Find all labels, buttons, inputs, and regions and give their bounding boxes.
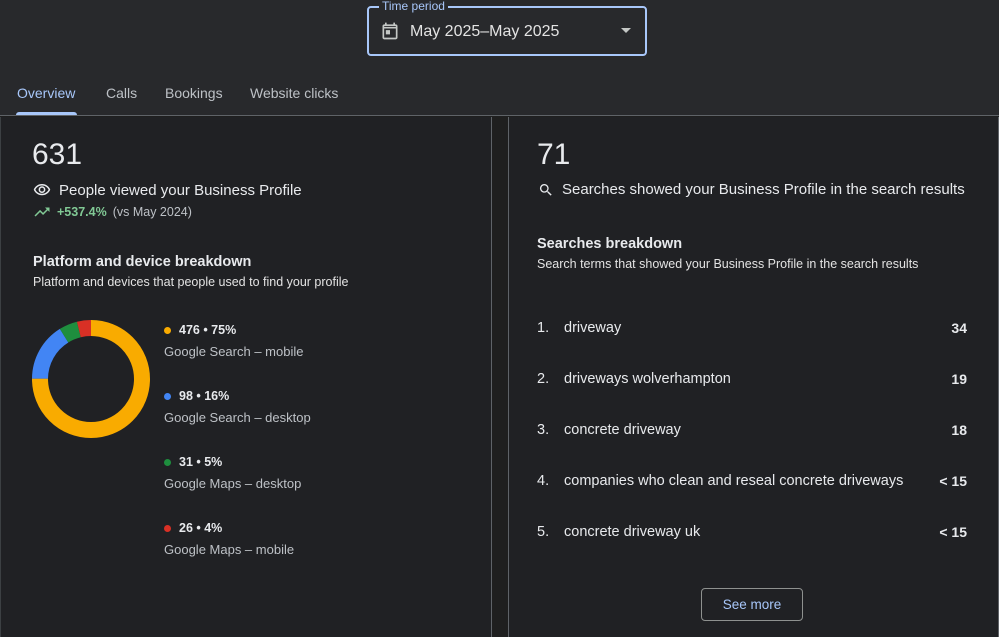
time-period-label: Time period bbox=[379, 0, 448, 13]
search-icon bbox=[539, 183, 552, 196]
eye-icon bbox=[33, 184, 51, 196]
legend-dot bbox=[164, 458, 171, 466]
legend-item: 31 • 5% Google Maps – desktop bbox=[164, 455, 301, 491]
search-rank: 5. bbox=[537, 524, 550, 540]
legend-dot bbox=[164, 524, 171, 532]
search-rank: 3. bbox=[537, 422, 550, 438]
legend-dot bbox=[164, 392, 171, 400]
time-period-value: May 2025–May 2025 bbox=[410, 23, 560, 40]
time-period-select[interactable]: Time period May 2025–May 2025 bbox=[367, 0, 647, 56]
header-bar: Time period May 2025–May 2025 Overview C… bbox=[0, 0, 999, 116]
delta-compare-period: (vs May 2024) bbox=[112, 205, 192, 219]
delta-percent: +537.4% bbox=[57, 205, 107, 219]
search-term-row: 4. companies who clean and reseal concre… bbox=[537, 473, 967, 489]
platform-donut-chart bbox=[32, 320, 150, 438]
search-term: concrete driveway bbox=[564, 422, 681, 438]
legend-label: Google Search – mobile bbox=[164, 344, 304, 359]
legend-item: 476 • 75% Google Search – mobile bbox=[164, 323, 303, 359]
legend-value: 476 • 75% bbox=[179, 323, 237, 337]
search-term-row: 2. driveways wolverhampton 19 bbox=[537, 371, 967, 387]
searches-label: Searches showed your Business Profile in… bbox=[562, 181, 965, 198]
tab-overview[interactable]: Overview bbox=[17, 85, 75, 101]
search-term-row: 5. concrete driveway uk < 15 bbox=[537, 524, 967, 540]
tab-website-clicks[interactable]: Website clicks bbox=[250, 85, 338, 101]
legend-item: 98 • 16% Google Search – desktop bbox=[164, 389, 311, 425]
legend-label: Google Search – desktop bbox=[164, 410, 311, 425]
searches-breakdown-title: Searches breakdown bbox=[537, 236, 683, 252]
legend-value: 98 • 16% bbox=[179, 389, 230, 403]
search-count: < 15 bbox=[939, 524, 967, 540]
search-count: < 15 bbox=[939, 473, 967, 489]
search-rank: 1. bbox=[537, 320, 550, 336]
searches-metric: Searches showed your Business Profile in… bbox=[538, 181, 965, 198]
legend-value: 26 • 4% bbox=[179, 521, 223, 535]
search-count: 34 bbox=[951, 320, 967, 336]
searches-count: 71 bbox=[537, 138, 571, 171]
search-term: driveways wolverhampton bbox=[564, 371, 731, 387]
search-rank: 2. bbox=[537, 371, 550, 387]
search-term: concrete driveway uk bbox=[564, 524, 701, 540]
legend-label: Google Maps – mobile bbox=[164, 542, 295, 557]
active-tab-indicator bbox=[16, 112, 77, 115]
panel-gap bbox=[492, 117, 508, 637]
legend-item: 26 • 4% Google Maps – mobile bbox=[164, 521, 294, 557]
dropdown-arrow-icon bbox=[621, 28, 631, 33]
tab-bookings[interactable]: Bookings bbox=[165, 85, 223, 101]
trending-up-icon bbox=[34, 207, 50, 217]
tab-bar: Overview Calls Bookings Website clicks bbox=[0, 74, 999, 116]
search-count: 18 bbox=[951, 422, 967, 438]
profile-views-delta: +537.4% (vs May 2024) bbox=[33, 205, 192, 219]
search-term-row: 3. concrete driveway 18 bbox=[537, 422, 967, 438]
legend-value: 31 • 5% bbox=[179, 455, 223, 469]
profile-views-metric: People viewed your Business Profile bbox=[33, 181, 302, 199]
calendar-icon bbox=[382, 22, 398, 40]
legend-label: Google Maps – desktop bbox=[164, 476, 302, 491]
search-term: driveway bbox=[564, 320, 622, 336]
platform-breakdown-subtitle: Platform and devices that people used to… bbox=[33, 275, 349, 289]
searches-breakdown-subtitle: Search terms that showed your Business P… bbox=[537, 257, 919, 271]
profile-views-label: People viewed your Business Profile bbox=[59, 181, 302, 199]
search-term-row: 1. driveway 34 bbox=[537, 320, 967, 336]
search-term: companies who clean and reseal concrete … bbox=[564, 473, 904, 489]
legend-dot bbox=[164, 326, 171, 334]
platform-breakdown-title: Platform and device breakdown bbox=[33, 254, 252, 270]
tab-calls[interactable]: Calls bbox=[106, 85, 137, 101]
search-count: 19 bbox=[951, 371, 967, 387]
profile-views-count: 631 bbox=[32, 138, 83, 171]
search-rank: 4. bbox=[537, 473, 550, 489]
see-more-button[interactable]: See more bbox=[701, 588, 803, 621]
